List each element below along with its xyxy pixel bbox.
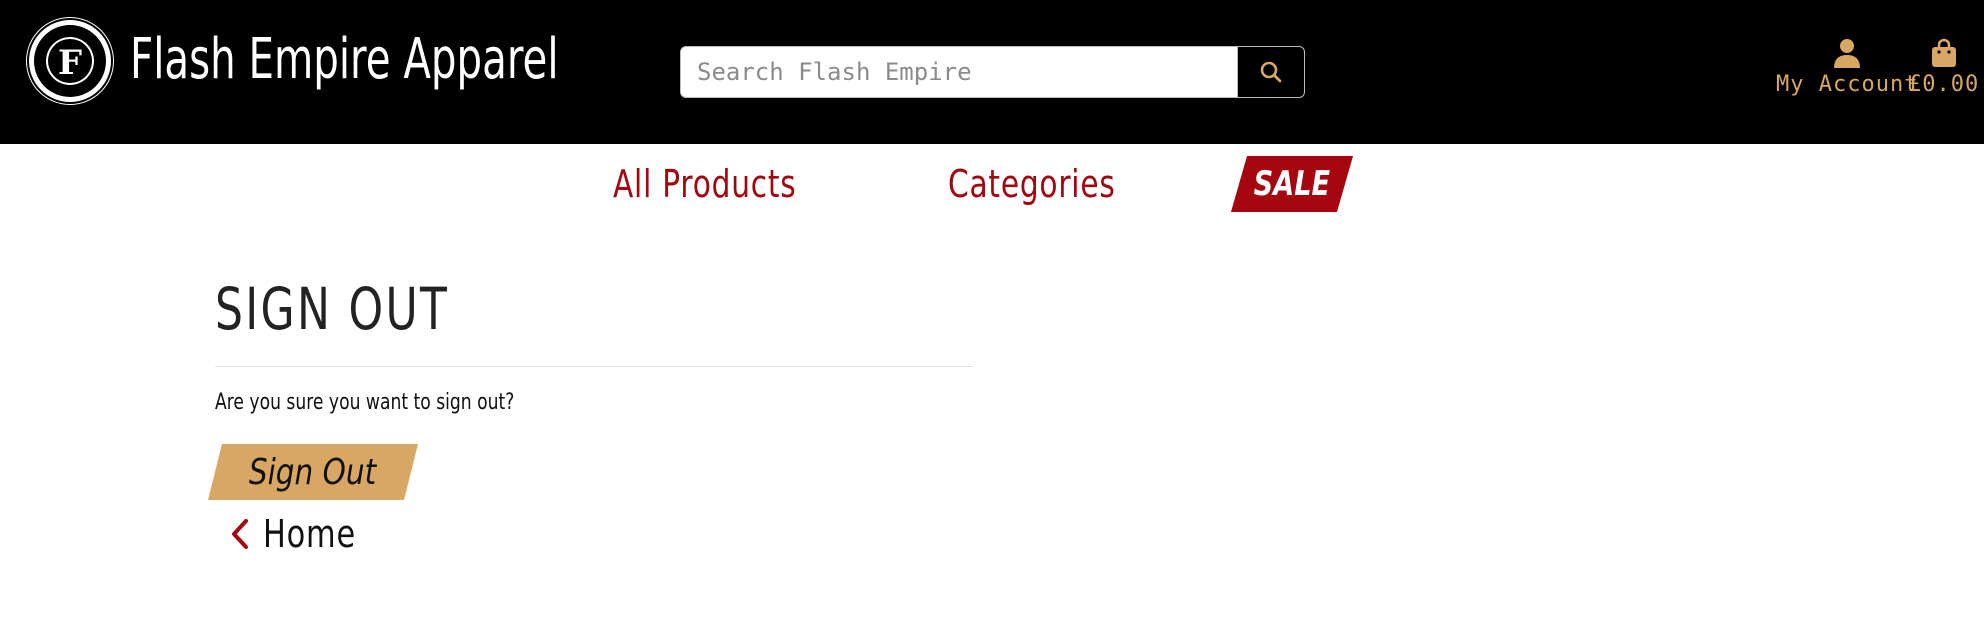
- cart-link[interactable]: £0.00: [1908, 38, 1979, 97]
- my-account-link[interactable]: My Account: [1776, 38, 1918, 97]
- search-button[interactable]: [1238, 46, 1305, 98]
- home-link[interactable]: Home: [229, 512, 379, 556]
- nav-sale[interactable]: SALE: [1230, 156, 1354, 212]
- search-icon: [1260, 61, 1282, 83]
- signout-panel: SIGN OUT Are you sure you want to sign o…: [208, 272, 973, 556]
- brand-logo[interactable]: F: [26, 17, 114, 105]
- shopping-bag-icon: [1931, 38, 1956, 67]
- my-account-label: My Account: [1776, 72, 1919, 97]
- signout-question: Are you sure you want to sign out?: [215, 390, 515, 415]
- sign-out-button[interactable]: Sign Out: [208, 444, 418, 500]
- site-header: F Flash Empire Apparel My Account £0.00: [0, 0, 1984, 144]
- cart-total: £0.00: [1908, 72, 1980, 97]
- nav-categories[interactable]: Categories: [948, 158, 1116, 210]
- sign-out-button-label: Sign Out: [249, 451, 377, 493]
- logo-letter: F: [58, 43, 82, 83]
- search-bar: [680, 46, 1305, 98]
- title-divider: [215, 366, 973, 367]
- nav-all-products[interactable]: All Products: [613, 158, 797, 210]
- logo-emblem-icon: F: [27, 18, 113, 104]
- chevron-left-icon: [232, 519, 248, 549]
- page-title: SIGN OUT: [215, 275, 450, 343]
- main-nav: All Products Categories SALE: [0, 144, 1984, 224]
- user-icon: [1834, 39, 1861, 68]
- home-link-label: Home: [263, 512, 356, 556]
- search-input[interactable]: [680, 46, 1238, 98]
- nav-sale-label: SALE: [1253, 164, 1331, 204]
- brand-name[interactable]: Flash Empire Apparel: [130, 24, 559, 96]
